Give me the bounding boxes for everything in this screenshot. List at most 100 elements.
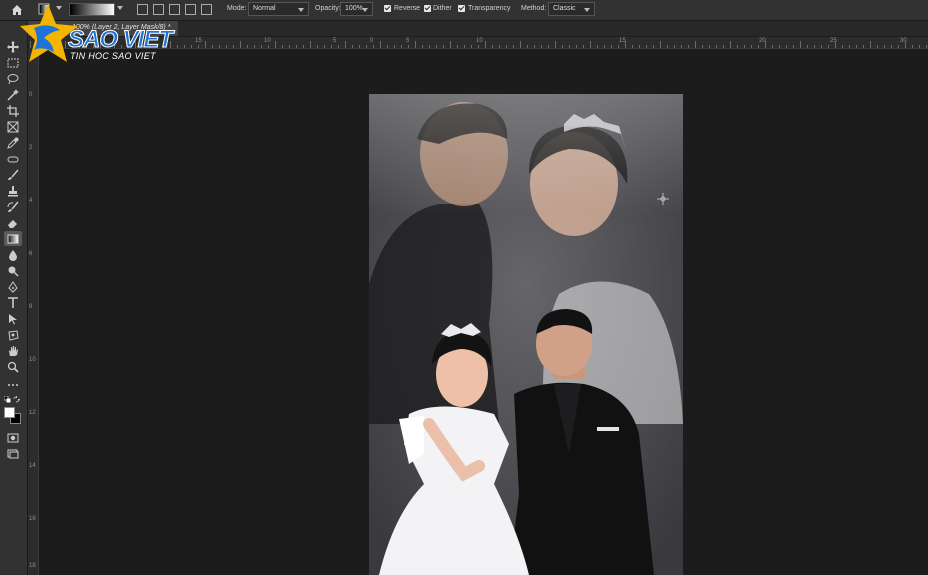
ruler-tick bbox=[702, 45, 703, 48]
reverse-checkbox[interactable] bbox=[384, 5, 391, 12]
dither-label: Dither bbox=[433, 5, 452, 12]
gradient-tool[interactable] bbox=[4, 231, 22, 246]
ruler-number: 10 bbox=[476, 38, 483, 44]
ruler-tick bbox=[254, 45, 255, 48]
diamond-gradient-button[interactable] bbox=[201, 4, 212, 15]
ruler-tick bbox=[310, 41, 311, 48]
ruler-tick bbox=[576, 45, 577, 48]
path-selection-tool[interactable] bbox=[4, 311, 22, 326]
ruler-tick bbox=[828, 45, 829, 48]
ruler-tick bbox=[205, 41, 206, 48]
healing-brush-tool[interactable] bbox=[4, 151, 22, 166]
chevron-down-icon bbox=[298, 8, 304, 12]
dodge-tool[interactable] bbox=[4, 263, 22, 278]
ruler-tick bbox=[506, 45, 507, 48]
zoom-tool[interactable] bbox=[4, 359, 22, 374]
foreground-color-swatch[interactable] bbox=[4, 407, 15, 418]
eraser-tool[interactable] bbox=[4, 215, 22, 230]
ruler-tick bbox=[877, 45, 878, 48]
method-value: Classic bbox=[553, 5, 576, 12]
ruler-tick bbox=[373, 45, 374, 48]
dither-checkbox[interactable] bbox=[424, 5, 431, 12]
method-select[interactable]: Classic bbox=[548, 2, 595, 16]
ruler-tick bbox=[597, 45, 598, 48]
eyedropper-icon bbox=[7, 137, 19, 149]
opacity-label: Opacity: bbox=[315, 5, 341, 12]
ruler-tick bbox=[240, 41, 241, 48]
ruler-tick bbox=[478, 45, 479, 48]
crop-tool[interactable] bbox=[4, 103, 22, 118]
lasso-tool[interactable] bbox=[4, 71, 22, 86]
opacity-field[interactable]: 100% bbox=[340, 2, 373, 16]
ruler-tick bbox=[723, 45, 724, 48]
screen-mode-button[interactable] bbox=[4, 446, 22, 461]
stamp-icon bbox=[8, 185, 18, 196]
document-canvas-photo[interactable] bbox=[369, 94, 683, 575]
arrow-pointer-icon bbox=[9, 313, 17, 324]
mode-select[interactable]: Normal bbox=[248, 2, 309, 16]
blur-tool[interactable] bbox=[4, 247, 22, 262]
ruler-tick bbox=[884, 45, 885, 48]
pen-tool[interactable] bbox=[4, 279, 22, 294]
ruler-tick bbox=[863, 45, 864, 48]
hand-tool[interactable] bbox=[4, 343, 22, 358]
ruler-tick bbox=[485, 41, 486, 48]
edit-toolbar-button[interactable] bbox=[4, 377, 22, 392]
ruler-tick bbox=[660, 41, 661, 48]
ruler-tick bbox=[758, 45, 759, 48]
ruler-tick bbox=[345, 41, 346, 48]
ruler-number: 2 bbox=[29, 145, 33, 151]
frame-tool[interactable] bbox=[4, 119, 22, 134]
crop-icon bbox=[7, 104, 19, 117]
screen-mode-icon bbox=[7, 449, 19, 458]
ruler-tick bbox=[219, 45, 220, 48]
marquee-icon bbox=[7, 58, 19, 67]
ruler-number: 4 bbox=[29, 198, 33, 204]
ruler-tick bbox=[359, 45, 360, 48]
ruler-tick bbox=[352, 45, 353, 48]
type-icon bbox=[8, 296, 18, 308]
ruler-tick bbox=[275, 41, 276, 48]
eyedropper-tool[interactable] bbox=[4, 135, 22, 150]
ruler-tick bbox=[233, 45, 234, 48]
custom-shape-icon bbox=[8, 329, 19, 341]
ruler-tick bbox=[408, 45, 409, 48]
swap-colors-icon[interactable] bbox=[13, 396, 20, 403]
ruler-tick bbox=[324, 45, 325, 48]
ruler-tick bbox=[800, 41, 801, 48]
crosshair-cursor-icon bbox=[657, 193, 669, 205]
type-tool[interactable] bbox=[4, 295, 22, 310]
ruler-number: 18 bbox=[29, 563, 36, 569]
ruler-tick bbox=[499, 45, 500, 48]
brush-tool[interactable] bbox=[4, 167, 22, 182]
ruler-number: 0 bbox=[29, 92, 33, 98]
ruler-number: 5 bbox=[406, 38, 410, 44]
clone-stamp-tool[interactable] bbox=[4, 183, 22, 198]
ruler-tick bbox=[555, 41, 556, 48]
quick-mask-button[interactable] bbox=[4, 430, 22, 445]
ruler-tick bbox=[457, 45, 458, 48]
ruler-number: 10 bbox=[264, 38, 271, 44]
ruler-tick bbox=[681, 45, 682, 48]
ruler-tick bbox=[807, 45, 808, 48]
hand-icon bbox=[9, 345, 18, 356]
chevron-down-icon bbox=[362, 8, 368, 12]
ruler-tick bbox=[667, 45, 668, 48]
history-brush-tool[interactable] bbox=[4, 199, 22, 214]
ruler-tick bbox=[331, 45, 332, 48]
ruler-tick bbox=[611, 45, 612, 48]
transparency-checkbox[interactable] bbox=[458, 5, 465, 12]
watermark-tagline: TIN HOC SAO VIET bbox=[70, 51, 156, 61]
ruler-tick bbox=[856, 45, 857, 48]
ruler-tick bbox=[513, 45, 514, 48]
shape-tool[interactable] bbox=[4, 327, 22, 342]
ruler-tick bbox=[247, 45, 248, 48]
magic-wand-tool[interactable] bbox=[4, 87, 22, 102]
ruler-tick bbox=[695, 41, 696, 48]
ruler-tick bbox=[583, 45, 584, 48]
ruler-tick bbox=[618, 45, 619, 48]
watermark-brand: SAO VIET bbox=[67, 26, 173, 54]
default-colors-icon[interactable] bbox=[4, 396, 11, 403]
ruler-tick bbox=[821, 45, 822, 48]
ruler-tick bbox=[786, 45, 787, 48]
